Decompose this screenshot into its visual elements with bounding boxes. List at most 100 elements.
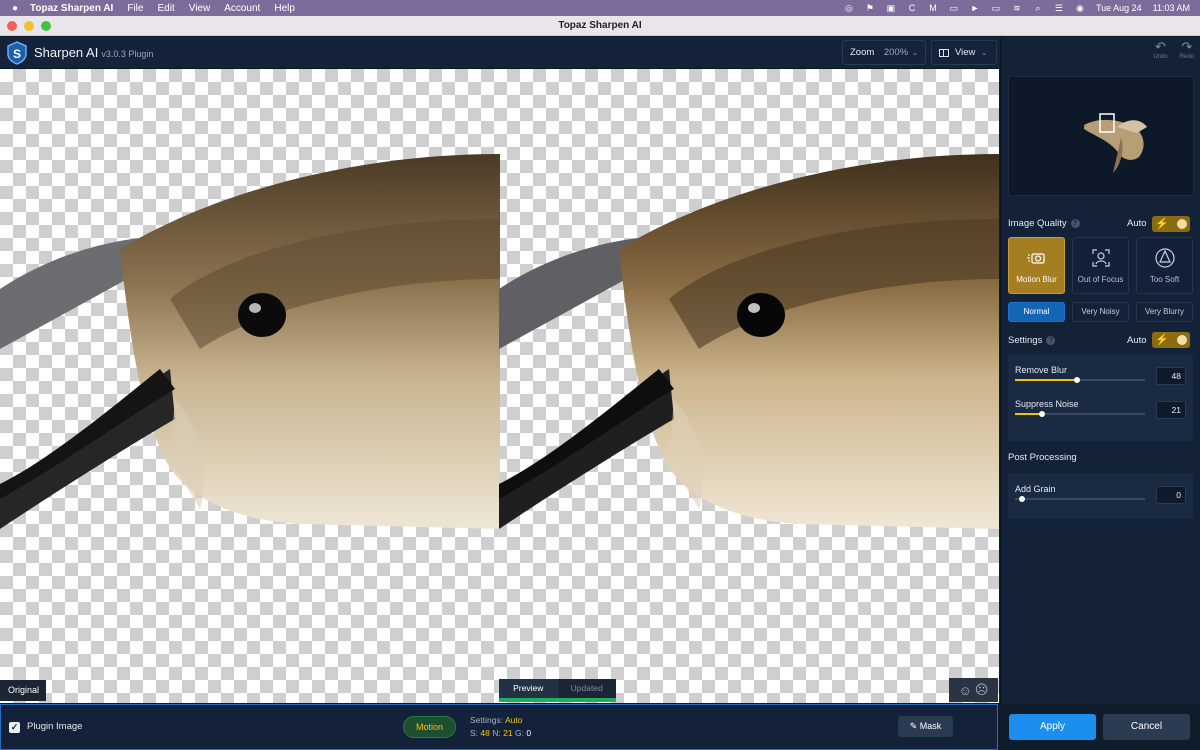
display-icon[interactable]: ▭ (949, 3, 959, 14)
level-normal-button[interactable]: Normal (1008, 302, 1065, 322)
original-image[interactable] (0, 69, 500, 703)
siri-icon[interactable]: ◉ (1075, 3, 1085, 14)
apply-button[interactable]: Apply (1009, 714, 1096, 740)
lightning-icon: ⚡ (1155, 334, 1169, 346)
cancel-button[interactable]: Cancel (1103, 714, 1190, 740)
window-title-bar: Topaz Sharpen AI (0, 16, 1200, 36)
remove-blur-slider[interactable] (1015, 377, 1145, 383)
menu-account[interactable]: Account (224, 3, 260, 14)
add-grain-value[interactable]: 0 (1156, 486, 1186, 504)
close-window-button[interactable] (7, 21, 17, 31)
level-very-noisy-button[interactable]: Very Noisy (1072, 302, 1129, 322)
level-very-blurry-button[interactable]: Very Blurry (1136, 302, 1193, 322)
zoom-value: 200% (883, 47, 909, 58)
too-soft-icon (1154, 248, 1175, 268)
undo-button[interactable]: ↶ Undo (1153, 39, 1168, 60)
view-label: View (955, 47, 976, 58)
settings-panel: ↶ Undo ↷ Redo Image Quality? Auto ⚡ Moti… (1000, 37, 1200, 704)
menu-edit[interactable]: Edit (157, 3, 174, 14)
image-quality-auto-label: Auto (1127, 218, 1147, 229)
image-canvas[interactable] (0, 69, 999, 703)
remove-blur-value[interactable]: 48 (1156, 367, 1186, 385)
minimize-window-button[interactable] (24, 21, 34, 31)
zoom-label: Zoom (850, 47, 875, 58)
redo-button[interactable]: ↷ Redo (1179, 39, 1194, 60)
settings-summary-label: Settings: (470, 715, 504, 725)
menu-time[interactable]: 11:03 AM (1153, 3, 1190, 13)
plugin-image-checkbox[interactable]: ✓ (9, 722, 20, 733)
preview-tabs: Preview Updated (499, 679, 616, 698)
post-processing-box: Add Grain 0 (1008, 473, 1193, 519)
smile-icon[interactable]: ☺ (959, 683, 972, 698)
settings-summary-value: Auto (504, 715, 523, 725)
app-title-text: Sharpen AI (34, 45, 99, 60)
undo-label: Undo (1153, 54, 1168, 60)
mode-out-of-focus-button[interactable]: Out of Focus (1072, 237, 1129, 294)
mode-motion-blur-label: Motion Blur (1016, 275, 1057, 284)
c-icon[interactable]: C (907, 3, 917, 13)
window-controls (7, 21, 51, 31)
search-icon[interactable]: ⌕ (1033, 3, 1043, 14)
apple-menu-icon[interactable]: ● (0, 3, 30, 14)
remove-blur-handle[interactable] (1074, 377, 1081, 383)
suppress-noise-handle[interactable] (1039, 411, 1046, 417)
add-grain-handle[interactable] (1019, 496, 1025, 502)
n-value: 21 (503, 728, 513, 738)
view-dropdown[interactable]: View ⌄ (931, 40, 997, 65)
malwarebytes-icon[interactable]: M (928, 3, 938, 13)
settings-sliders-box: Remove Blur 48 Suppress Noise 21 (1008, 354, 1193, 441)
maximize-window-button[interactable] (41, 21, 51, 31)
creative-cloud-icon[interactable]: ◎ (844, 3, 854, 14)
add-grain-label: Add Grain (1015, 484, 1056, 494)
mode-pill: Motion (403, 716, 456, 738)
add-grain-slider[interactable] (1015, 496, 1145, 502)
action-buttons: Apply Cancel (999, 704, 1200, 750)
menu-app-name[interactable]: Topaz Sharpen AI (30, 3, 113, 14)
redo-icon: ↷ (1181, 39, 1193, 54)
help-icon[interactable]: ? (1046, 335, 1056, 345)
redo-label: Redo (1179, 54, 1194, 60)
lightning-icon: ⚡ (1155, 218, 1169, 230)
navigator-thumbnail[interactable] (1008, 76, 1194, 196)
sharpen-ai-logo-icon: S (7, 41, 27, 65)
settings-auto-toggle[interactable]: ⚡ (1152, 332, 1190, 348)
menu-view[interactable]: View (189, 3, 211, 14)
wifi-icon[interactable]: ≋ (1012, 3, 1022, 14)
n-label: N: (492, 728, 501, 738)
split-view-icon (939, 48, 949, 57)
s-label: S: (470, 728, 479, 738)
battery-icon[interactable]: ▭ (991, 3, 1001, 14)
original-label: Original (0, 680, 46, 701)
menu-date[interactable]: Tue Aug 24 (1096, 3, 1142, 13)
mask-label: Mask (919, 721, 942, 731)
image-quality-text: Image Quality (1008, 218, 1067, 229)
play-icon[interactable]: ► (970, 3, 980, 13)
mask-button[interactable]: ✎ Mask (898, 716, 953, 737)
control-center-icon[interactable]: ☰ (1054, 3, 1064, 14)
window-title: Topaz Sharpen AI (558, 20, 642, 31)
help-icon[interactable]: ? (1070, 218, 1080, 228)
suppress-noise-slider[interactable] (1015, 411, 1145, 417)
flag-icon[interactable]: ⚑ (865, 3, 875, 14)
menu-help[interactable]: Help (274, 3, 295, 14)
window-icon[interactable]: ▣ (886, 3, 896, 14)
mode-motion-blur-button[interactable]: Motion Blur (1008, 237, 1065, 294)
tab-updated[interactable]: Updated (558, 679, 617, 698)
suppress-noise-value[interactable]: 21 (1156, 401, 1186, 419)
motion-blur-icon (1026, 253, 1045, 264)
tab-preview[interactable]: Preview (499, 679, 558, 698)
toggle-knob (1177, 219, 1187, 229)
menu-file[interactable]: File (127, 3, 143, 14)
mode-out-of-focus-label: Out of Focus (1077, 275, 1124, 284)
frown-icon[interactable]: ☹ (975, 682, 989, 698)
feedback-buttons: ☺ ☹ (949, 678, 998, 702)
zoom-dropdown[interactable]: Zoom 200% ⌄ (842, 40, 926, 65)
undo-icon: ↶ (1155, 39, 1166, 54)
mode-too-soft-button[interactable]: Too Soft (1136, 237, 1193, 294)
s-value: 48 (480, 728, 490, 738)
image-quality-auto-toggle[interactable]: ⚡ (1152, 216, 1190, 232)
brush-icon: ✎ (909, 721, 918, 731)
preview-status-bar (499, 698, 616, 702)
toggle-knob (1177, 335, 1187, 345)
preview-image[interactable] (499, 69, 999, 703)
